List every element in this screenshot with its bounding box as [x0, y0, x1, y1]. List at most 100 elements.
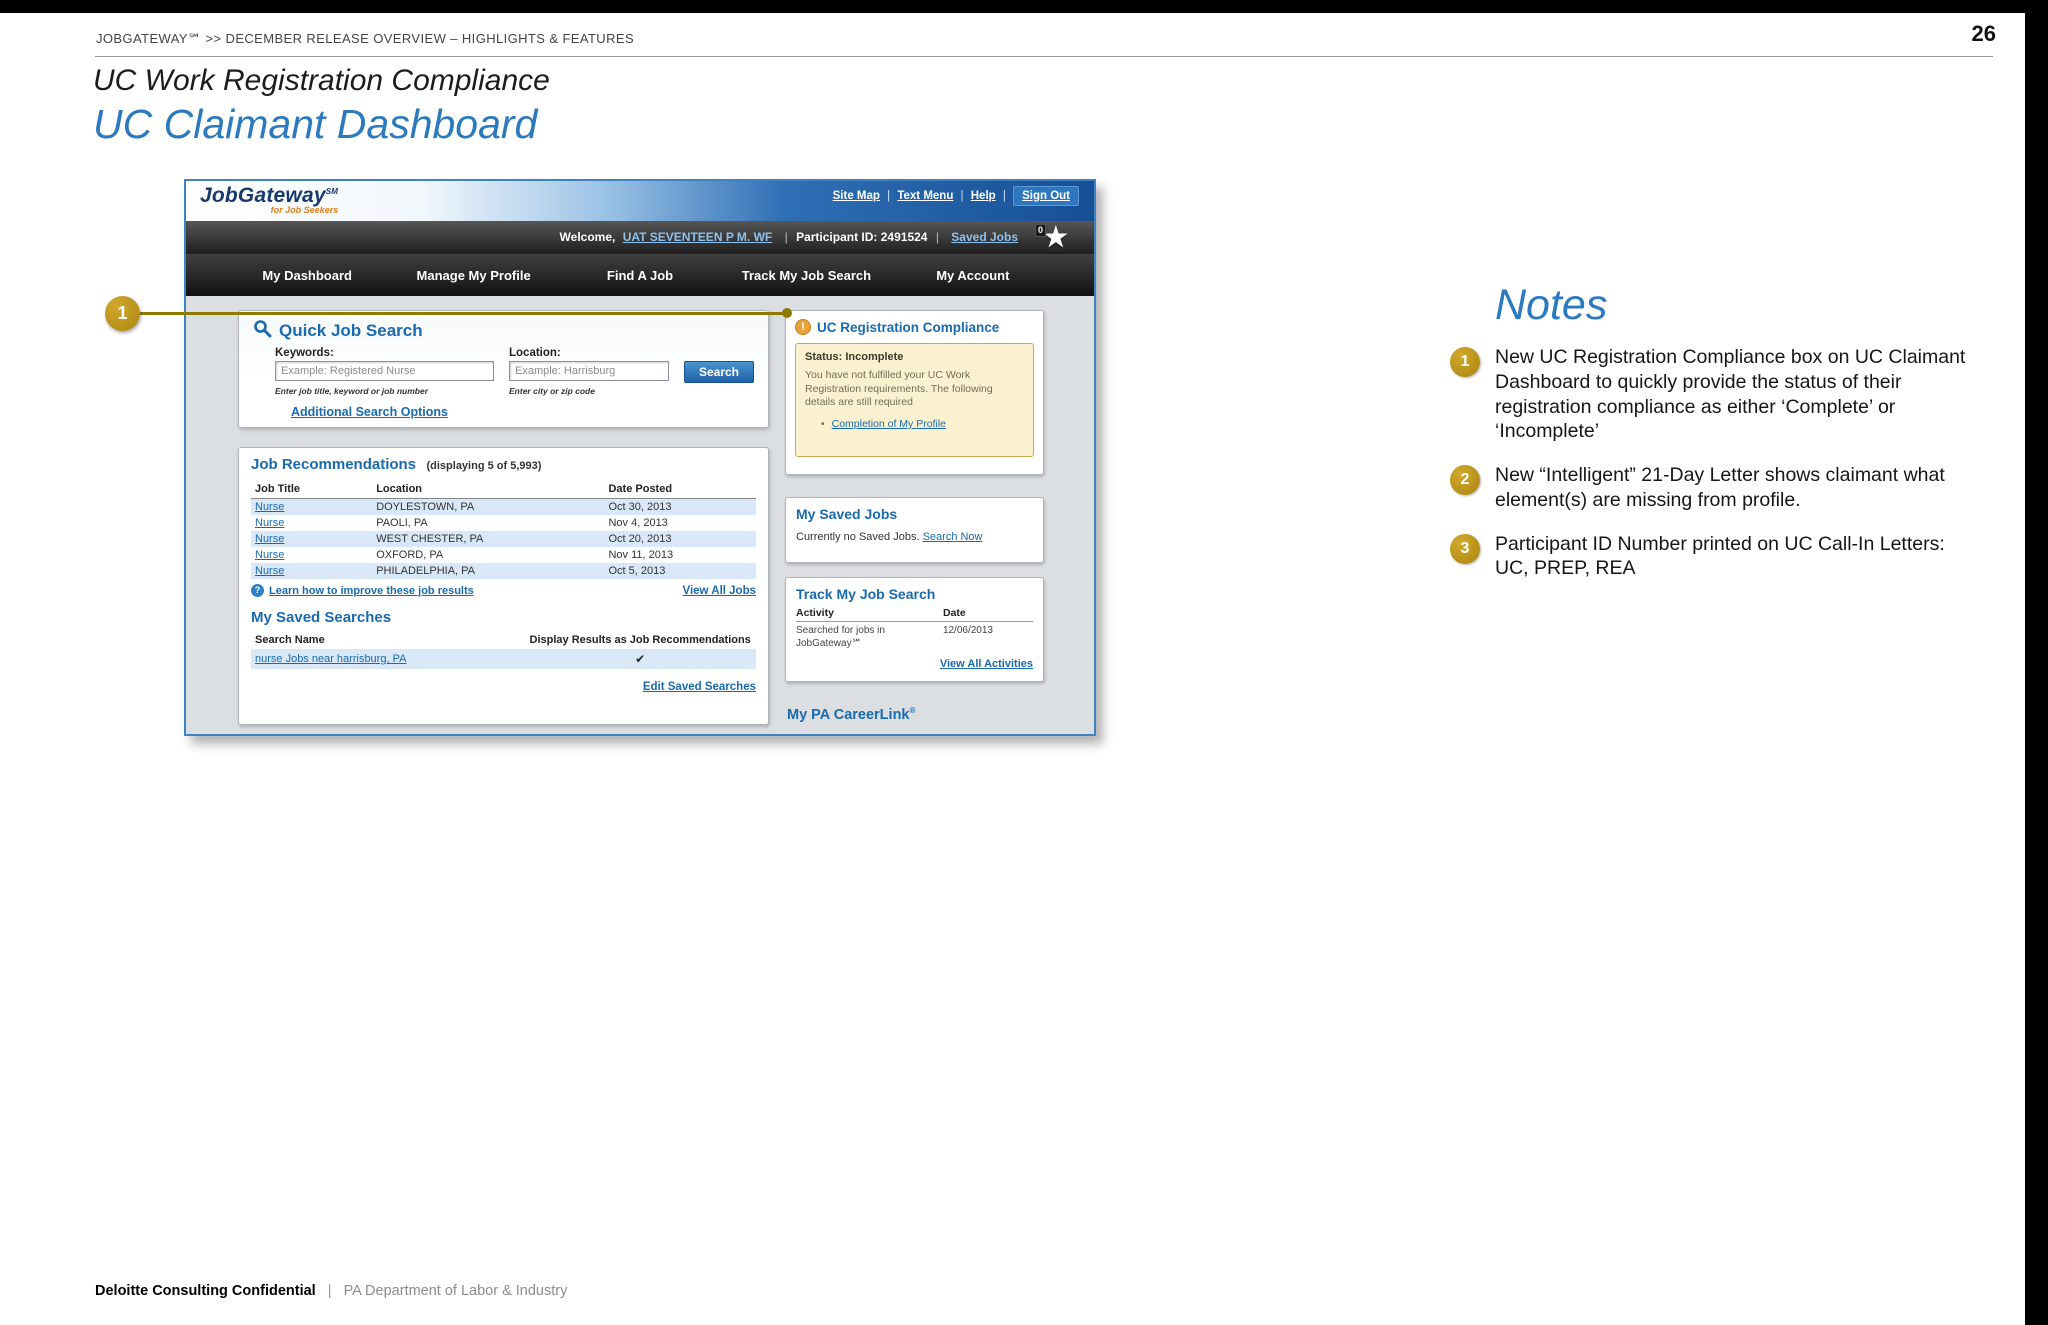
- welcome-bar: Welcome, UAT SEVENTEEN P M. WF | Partici…: [186, 221, 1094, 254]
- sign-out-link[interactable]: Sign Out: [1013, 186, 1079, 206]
- job-recommendations-title: Job Recommendations: [251, 456, 417, 473]
- slide: JOBGATEWAY℠ >> DECEMBER RELEASE OVERVIEW…: [0, 0, 2048, 1325]
- link-divider: |: [784, 230, 788, 244]
- left-column: Quick Job Search Keywords: Location: Sea…: [238, 310, 769, 725]
- dashboard-content: Quick Job Search Keywords: Location: Sea…: [186, 296, 1094, 734]
- jobgateway-logo[interactable]: JobGatewaySM for Job Seekers: [200, 184, 338, 215]
- col-date-posted: Date Posted: [604, 481, 756, 499]
- activity-table: Activity Date Searched for jobs in JobGa…: [796, 607, 1033, 650]
- saved-jobs-link[interactable]: Saved Jobs: [951, 230, 1018, 244]
- note-item: 1 New UC Registration Compliance box on …: [1450, 345, 1995, 444]
- compliance-message: You have not fulfilled your UC Work Regi…: [805, 369, 993, 409]
- view-all-activities-link[interactable]: View All Activities: [940, 658, 1033, 670]
- warning-icon: !: [795, 319, 811, 335]
- completion-of-my-profile-link[interactable]: Completion of My Profile: [832, 418, 946, 430]
- callout-badge-1: 1: [105, 296, 140, 331]
- note-text: Participant ID Number printed on UC Call…: [1495, 532, 1945, 580]
- my-saved-searches-title: My Saved Searches: [251, 609, 392, 626]
- job-recommendations-count: (displaying 5 of 5,993): [426, 460, 542, 472]
- my-saved-jobs-title: My Saved Jobs: [796, 506, 898, 522]
- text-menu-link[interactable]: Text Menu: [897, 190, 953, 202]
- table-header-row: Job Title Location Date Posted: [251, 481, 756, 499]
- nav-track-my-job-search[interactable]: Track My Job Search: [723, 268, 889, 283]
- site-map-link[interactable]: Site Map: [833, 190, 880, 202]
- link-divider: |: [1002, 190, 1006, 202]
- slide-right-bar: [2025, 0, 2048, 1325]
- job-title-link[interactable]: Nurse: [255, 533, 284, 545]
- job-title-link[interactable]: Nurse: [255, 549, 284, 561]
- job-recommendations-table: Job Title Location Date Posted Nurse DOY…: [251, 481, 756, 579]
- compliance-status-box: Status: Incomplete You have not fulfille…: [795, 343, 1034, 457]
- search-icon: [253, 319, 272, 343]
- footer-org: PA Department of Labor & Industry: [343, 1283, 568, 1299]
- nav-find-a-job[interactable]: Find A Job: [557, 268, 723, 283]
- job-title-link[interactable]: Nurse: [255, 501, 284, 513]
- quick-job-search-header: Quick Job Search: [253, 319, 754, 343]
- col-activity: Activity: [796, 607, 834, 619]
- job-location: OXFORD, PA: [376, 549, 444, 561]
- nav-manage-my-profile[interactable]: Manage My Profile: [390, 268, 556, 283]
- saved-search-link[interactable]: nurse Jobs near harrisburg, PA: [255, 653, 528, 665]
- location-hint: Enter city or zip code: [509, 386, 595, 396]
- keywords-hint: Enter job title, keyword or job number: [275, 386, 429, 396]
- job-title-link[interactable]: Nurse: [255, 565, 284, 577]
- saved-jobs-star-icon[interactable]: ★ 0: [1035, 222, 1068, 252]
- track-title: Track My Job Search: [796, 586, 936, 602]
- keywords-label: Keywords:: [275, 347, 334, 359]
- breadcrumb: JOBGATEWAY℠ >> DECEMBER RELEASE OVERVIEW…: [96, 31, 635, 46]
- status-badge: Status: Incomplete: [805, 351, 904, 363]
- quick-job-search-panel: Quick Job Search Keywords: Location: Sea…: [238, 310, 769, 428]
- additional-search-options-link[interactable]: Additional Search Options: [291, 405, 448, 419]
- star-icon: ★: [1043, 222, 1068, 252]
- job-title-link[interactable]: Nurse: [255, 517, 284, 529]
- nav-my-dashboard[interactable]: My Dashboard: [224, 268, 390, 283]
- saved-search-row: nurse Jobs near harrisburg, PA ✔: [251, 649, 756, 669]
- job-location: WEST CHESTER, PA: [376, 533, 484, 545]
- col-display-results: Display Results as Job Recommendations: [529, 634, 751, 646]
- footer-divider: |: [327, 1283, 332, 1299]
- job-recommendations-panel: Job Recommendations (displaying 5 of 5,9…: [238, 447, 769, 725]
- search-button[interactable]: Search: [684, 361, 754, 383]
- col-search-name: Search Name: [255, 634, 325, 646]
- saved-jobs-empty-text: Currently no Saved Jobs.: [796, 531, 920, 543]
- my-pa-careerlink-heading[interactable]: My PA CareerLink®: [785, 706, 1044, 723]
- link-divider: |: [887, 190, 891, 202]
- note-badge-2: 2: [1450, 465, 1480, 495]
- edit-saved-searches-link[interactable]: Edit Saved Searches: [643, 681, 756, 693]
- jobgateway-screenshot: JobGatewaySM for Job Seekers Site Map | …: [184, 179, 1096, 736]
- job-date: Nov 4, 2013: [608, 517, 668, 529]
- table-row: Nurse OXFORD, PA Nov 11, 2013: [251, 547, 756, 563]
- right-column: ! UC Registration Compliance Status: Inc…: [785, 310, 1044, 723]
- app-header-bar: JobGatewaySM for Job Seekers Site Map | …: [186, 181, 1094, 221]
- activity-row: Searched for jobs in JobGateway℠ 12/06/2…: [796, 622, 1033, 650]
- slide-subtitle: UC Claimant Dashboard: [93, 101, 538, 147]
- callout-line: [140, 312, 786, 315]
- quick-job-search-title: Quick Job Search: [279, 321, 423, 340]
- quick-job-search-fields: Keywords: Location: Search Enter job tit…: [275, 347, 754, 396]
- job-date: Nov 11, 2013: [608, 549, 674, 561]
- col-date: Date: [942, 607, 966, 619]
- location-input[interactable]: [509, 361, 669, 381]
- utility-nav: Site Map | Text Menu | Help | Sign Out: [830, 186, 1082, 206]
- saved-jobs-count-badge: 0: [1035, 224, 1047, 237]
- note-item: 2 New “Intelligent” 21-Day Letter shows …: [1450, 463, 1995, 513]
- improve-results-link[interactable]: Learn how to improve these job results: [269, 585, 474, 597]
- view-all-jobs-link[interactable]: View All Jobs: [683, 585, 757, 597]
- note-text: New “Intelligent” 21-Day Letter shows cl…: [1495, 464, 1945, 511]
- keywords-input[interactable]: [275, 361, 494, 381]
- nav-my-account[interactable]: My Account: [890, 268, 1056, 283]
- bullet: •: [821, 417, 825, 430]
- user-profile-link[interactable]: UAT SEVENTEEN P M. WF: [623, 230, 773, 244]
- link-divider: |: [935, 230, 939, 244]
- participant-id: Participant ID: 2491524: [796, 230, 928, 244]
- job-location: DOYLESTOWN, PA: [376, 501, 475, 513]
- note-text: New UC Registration Compliance box on UC…: [1495, 346, 1966, 443]
- job-recommendations-footer: ? Learn how to improve these job results…: [251, 584, 756, 597]
- my-saved-jobs-panel: My Saved Jobs Currently no Saved Jobs. S…: [785, 497, 1044, 563]
- help-link[interactable]: Help: [971, 190, 996, 202]
- col-location: Location: [372, 481, 605, 499]
- search-now-link[interactable]: Search Now: [923, 531, 983, 543]
- help-icon: ?: [251, 584, 264, 597]
- saved-searches-table: Search Name Display Results as Job Recom…: [251, 632, 756, 669]
- link-divider: |: [960, 190, 964, 202]
